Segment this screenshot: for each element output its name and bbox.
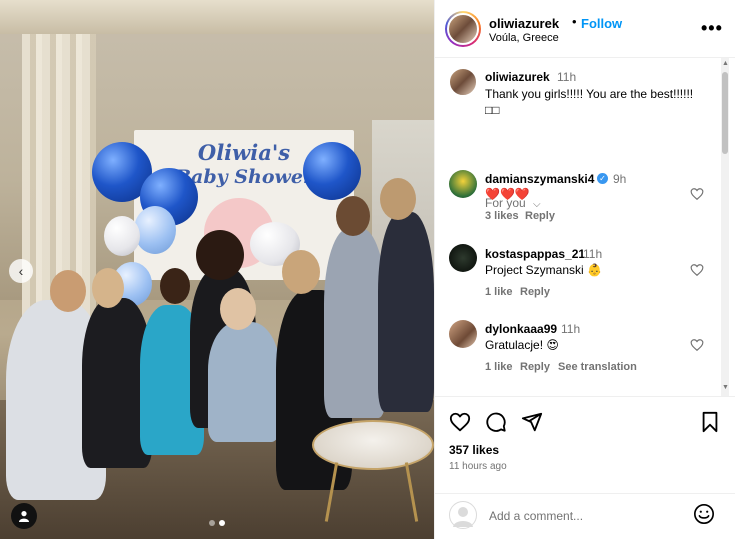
photo-ceiling bbox=[0, 0, 434, 34]
guest bbox=[208, 322, 280, 442]
user-tag-icon bbox=[19, 511, 29, 522]
guest-head bbox=[380, 178, 416, 220]
comment-like-heart-icon[interactable] bbox=[690, 187, 704, 201]
bookmark-icon[interactable] bbox=[699, 411, 721, 433]
commenter-avatar[interactable] bbox=[449, 320, 477, 348]
chevron-down-icon: ⌵ bbox=[533, 199, 541, 210]
balloon bbox=[134, 206, 176, 254]
comment-time[interactable]: 9h bbox=[613, 172, 626, 186]
carousel-prev-button[interactable]: ‹ bbox=[9, 259, 33, 283]
avatar[interactable] bbox=[447, 13, 479, 45]
comment-text: ❤️❤️❤️ bbox=[485, 187, 530, 201]
guest-head bbox=[160, 268, 190, 304]
guest-head bbox=[282, 250, 320, 294]
follow-button[interactable]: Follow bbox=[581, 16, 622, 31]
guest bbox=[378, 212, 434, 412]
scroll-thumb[interactable] bbox=[722, 72, 728, 154]
comment-username[interactable]: kostaspappas_21 bbox=[485, 247, 585, 261]
balloon bbox=[303, 142, 361, 200]
guest-head bbox=[220, 288, 256, 330]
carousel-dots bbox=[209, 520, 225, 526]
default-avatar-icon bbox=[453, 507, 473, 527]
coffee-table bbox=[312, 420, 434, 470]
caption-avatar[interactable] bbox=[449, 68, 477, 96]
separator-dot: • bbox=[572, 14, 577, 29]
caption-username[interactable]: oliwiazurek bbox=[485, 70, 550, 84]
guest bbox=[324, 228, 386, 418]
carousel-dot-active bbox=[219, 520, 225, 526]
heart-icon[interactable] bbox=[449, 411, 471, 433]
post-side-panel: oliwiazurek • Follow Voúla, Greece ••• o… bbox=[434, 0, 735, 539]
comment-like-heart-icon[interactable] bbox=[690, 338, 704, 352]
more-options-button[interactable]: ••• bbox=[701, 18, 723, 39]
share-icon[interactable] bbox=[521, 411, 543, 433]
commenter-avatar[interactable] bbox=[449, 170, 477, 198]
see-translation-button[interactable]: See translation bbox=[558, 361, 637, 373]
scroll-up-arrow-icon[interactable]: ▲ bbox=[722, 60, 729, 67]
post-photo[interactable]: Oliwia's Baby Shower ‹ bbox=[0, 0, 434, 539]
comments-scrollbar[interactable]: ▲ ▼ bbox=[721, 58, 729, 396]
post-header: oliwiazurek • Follow Voúla, Greece ••• bbox=[435, 0, 735, 58]
more-icon: ••• bbox=[701, 18, 723, 38]
comment-time[interactable]: 11h bbox=[561, 322, 580, 336]
comment-icon[interactable] bbox=[485, 411, 507, 433]
emoji-icon[interactable] bbox=[693, 503, 715, 525]
post-location[interactable]: Voúla, Greece bbox=[489, 32, 559, 44]
current-user-avatar bbox=[449, 501, 477, 529]
comment-time[interactable]: 11h bbox=[583, 247, 602, 261]
comment-likes[interactable]: 1 like bbox=[485, 361, 513, 373]
add-comment-input[interactable] bbox=[489, 507, 679, 525]
comment-text: Gratulacje! 😍 bbox=[485, 338, 559, 352]
caption-text: Thank you girls!!!!! You are the best!!!… bbox=[485, 87, 694, 117]
action-bar: 357 likes 11 hours ago bbox=[435, 396, 735, 496]
guest-head bbox=[336, 196, 370, 236]
guest-head bbox=[92, 268, 124, 308]
balloon bbox=[104, 216, 140, 256]
comment-username[interactable]: damianszymanski4 bbox=[485, 172, 594, 186]
comment-text: Project Szymanski 👶 bbox=[485, 263, 602, 277]
comment-likes[interactable]: 1 like bbox=[485, 286, 513, 298]
comments-section[interactable]: oliwiazurek 11h Thank you girls!!!!! You… bbox=[435, 58, 735, 396]
comment-username[interactable]: dylonkaaa99 bbox=[485, 322, 557, 336]
reply-button[interactable]: Reply bbox=[520, 286, 550, 298]
commenter-avatar[interactable] bbox=[449, 244, 477, 272]
chevron-left-icon: ‹ bbox=[18, 263, 24, 279]
scroll-down-arrow-icon[interactable]: ▼ bbox=[722, 384, 729, 391]
carousel-dot bbox=[209, 520, 215, 526]
verified-badge-icon: ✓ bbox=[597, 173, 608, 184]
reply-button[interactable]: Reply bbox=[525, 210, 555, 222]
add-comment-bar bbox=[435, 493, 735, 539]
caption-time[interactable]: 11h bbox=[557, 70, 576, 84]
post-time[interactable]: 11 hours ago bbox=[449, 461, 507, 472]
comment-like-heart-icon[interactable] bbox=[690, 263, 704, 277]
likes-count[interactable]: 357 likes bbox=[449, 443, 499, 457]
reply-button[interactable]: Reply bbox=[520, 361, 550, 373]
guest-head bbox=[196, 230, 244, 280]
guest-head bbox=[50, 270, 86, 312]
comment-likes[interactable]: 3 likes bbox=[485, 210, 519, 222]
author-username[interactable]: oliwiazurek bbox=[489, 16, 559, 31]
user-tag-button[interactable] bbox=[11, 503, 37, 529]
